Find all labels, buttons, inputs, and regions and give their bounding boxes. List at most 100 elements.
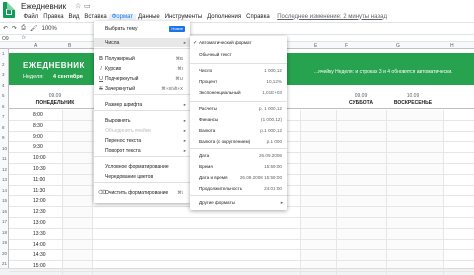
row-number[interactable]: 16 [2, 209, 7, 214]
time-slot[interactable]: 9:00 [33, 134, 73, 140]
number-format-option[interactable]: ✓ Автоматический формат [190, 40, 287, 49]
row-number[interactable]: 15 [2, 198, 7, 203]
number-format-option[interactable]: Число 1 000,12 [190, 68, 287, 77]
row-number[interactable]: 6 [2, 104, 5, 109]
new-badge: Новое [169, 25, 185, 32]
menu-help[interactable]: Справка [244, 14, 273, 20]
shortcut-hint: ⌘I [177, 65, 183, 71]
time-slot[interactable]: 13:30 [33, 231, 73, 237]
row-number[interactable]: 13 [2, 177, 7, 182]
time-slot[interactable]: 9:30 [33, 144, 73, 150]
menu-data[interactable]: Данные [136, 14, 163, 20]
time-slot[interactable]: 8:30 [33, 123, 73, 129]
number-format-option[interactable]: Расчеты р. 1 000,12 [190, 106, 287, 115]
format-menu-item[interactable]: B Полужирный ⌘B [94, 54, 190, 63]
format-menu-item[interactable]: Перенос текста ▸ [94, 136, 190, 145]
row-number[interactable]: 17 [2, 219, 7, 224]
time-slot[interactable]: 10:30 [33, 166, 73, 172]
number-format-option[interactable]: Время 15:59:00 [190, 164, 287, 173]
number-format-example: 10,12% [266, 79, 282, 84]
last-edit-link[interactable]: Последнее изменение: 2 минуты назад [277, 14, 387, 20]
menu-edit[interactable]: Правка [41, 14, 66, 20]
undo-icon[interactable]: ↶ [3, 25, 8, 32]
shortcut-hint: ⌘+Shift+X [161, 85, 183, 91]
column-header[interactable]: A [34, 43, 37, 49]
column-header[interactable]: E [314, 43, 317, 49]
number-format-option[interactable]: Другие форматы ▸ [190, 200, 287, 209]
paint-format-icon[interactable]: 🖌 [30, 25, 38, 32]
menu-file[interactable]: Файл [21, 14, 41, 20]
format-menu-item[interactable]: Условное форматирование [94, 162, 190, 171]
number-format-option[interactable]: Экспоненциальный 1,01E+03 [190, 90, 287, 99]
time-slot[interactable]: 15:00 [33, 263, 73, 269]
print-icon[interactable]: ⎙ [21, 25, 26, 32]
column-header[interactable]: F [345, 43, 348, 49]
format-menu-item[interactable]: U Подчеркнутый ⌘U [94, 74, 190, 83]
time-slot[interactable]: 11:00 [33, 177, 73, 183]
document-title[interactable]: Ежедневник [21, 2, 66, 11]
format-menu-item[interactable]: Выровнять ▸ [94, 116, 190, 125]
row-number[interactable]: 20 [2, 251, 7, 256]
row-number[interactable]: 19 [2, 240, 7, 245]
row-number[interactable]: 18 [2, 230, 7, 235]
time-slot[interactable]: 14:00 [33, 242, 73, 248]
time-slot[interactable]: 8:00 [33, 112, 73, 118]
menu-insert[interactable]: Вставка [82, 14, 109, 20]
row-number[interactable]: 21 [2, 261, 7, 266]
zoom-select[interactable]: 100% [42, 26, 57, 32]
move-folder-icon[interactable]: ▭ [84, 2, 91, 10]
number-format-submenu: ✓ Автоматический формат Обычный текст Число… [190, 36, 287, 210]
star-icon[interactable]: ☆ [75, 2, 81, 10]
format-menu-label: Числа [105, 39, 120, 46]
format-menu-item[interactable]: Объединить ячейки ▸ [94, 126, 190, 135]
row-number[interactable]: 2 [2, 62, 5, 67]
number-format-option[interactable]: Валюта р.1 000,12 [190, 128, 287, 137]
format-menu-item[interactable]: Чередование цветов [94, 172, 190, 181]
row-number[interactable]: 7 [2, 114, 5, 119]
row-number[interactable]: 5 [2, 93, 5, 98]
row-number[interactable]: 9 [2, 135, 5, 140]
number-format-example: 26.09.2008 [259, 153, 282, 158]
menu-format[interactable]: Формат [109, 13, 136, 20]
menubar: Файл Правка Вид Вставка Формат Данные Ин… [21, 12, 387, 21]
number-format-label: Время [199, 164, 213, 169]
number-format-option[interactable]: Процент 10,12% [190, 79, 287, 88]
column-header[interactable]: H [450, 43, 454, 49]
number-format-option[interactable]: Обычный текст [190, 52, 287, 61]
menu-tools[interactable]: Инструменты [162, 14, 204, 20]
format-menu-item[interactable]: I Курсив ⌘I [94, 64, 190, 73]
format-menu-item[interactable]: Выбрать тему Новое [94, 24, 190, 33]
format-menu-item[interactable]: Размер шрифта ▸ [94, 100, 190, 109]
week-value[interactable]: 4 сентября [53, 74, 83, 80]
time-slot[interactable]: 11:30 [33, 188, 73, 194]
row-number[interactable]: 8 [2, 125, 5, 130]
menu-addons[interactable]: Дополнения [205, 14, 244, 20]
number-format-option[interactable]: Дата и время 26.09.2008 15:59:00 [190, 175, 287, 184]
row-numbers: 1 2 3 4 5 6 7 8 9 10 11 12 13 14 15 16 17 18 19 20 21 [0, 49, 9, 275]
time-slot[interactable]: 12:30 [33, 209, 73, 215]
redo-icon[interactable]: ↷ [12, 25, 17, 32]
column-header[interactable]: G [396, 43, 400, 49]
row-number[interactable]: 4 [2, 83, 5, 88]
time-slot[interactable]: 12:00 [33, 198, 73, 204]
format-menu-item[interactable]: ⌫ Очистить форматирование ⌘\ [94, 188, 190, 197]
menu-view[interactable]: Вид [66, 14, 82, 20]
time-slot[interactable]: 10:00 [33, 155, 73, 161]
number-format-option[interactable]: Финансы (1 000,12) [190, 117, 287, 126]
row-number[interactable]: 1 [2, 51, 5, 56]
number-format-option[interactable]: Продолжительность 24:01:00 [190, 186, 287, 195]
column-header[interactable]: B [68, 43, 71, 49]
format-menu-item[interactable]: Поворот текста ▸ [94, 146, 190, 155]
row-number[interactable]: 12 [2, 167, 7, 172]
number-format-option[interactable]: Дата 26.09.2008 [190, 153, 287, 162]
format-menu-item[interactable]: Числа ▸ [94, 38, 190, 47]
number-format-option[interactable]: Валюта (с округлением) р.1 000 [190, 139, 287, 148]
time-slot[interactable]: 13:00 [33, 220, 73, 226]
row-number[interactable]: 3 [2, 72, 5, 77]
row-number[interactable]: 11 [2, 156, 7, 161]
time-slot[interactable]: 14:30 [33, 252, 73, 258]
row-number[interactable]: 14 [2, 188, 7, 193]
sheets-logo-icon[interactable] [3, 2, 15, 18]
format-menu-item[interactable]: S Зачеркнутый ⌘+Shift+X [94, 84, 190, 93]
row-number[interactable]: 10 [2, 146, 7, 151]
